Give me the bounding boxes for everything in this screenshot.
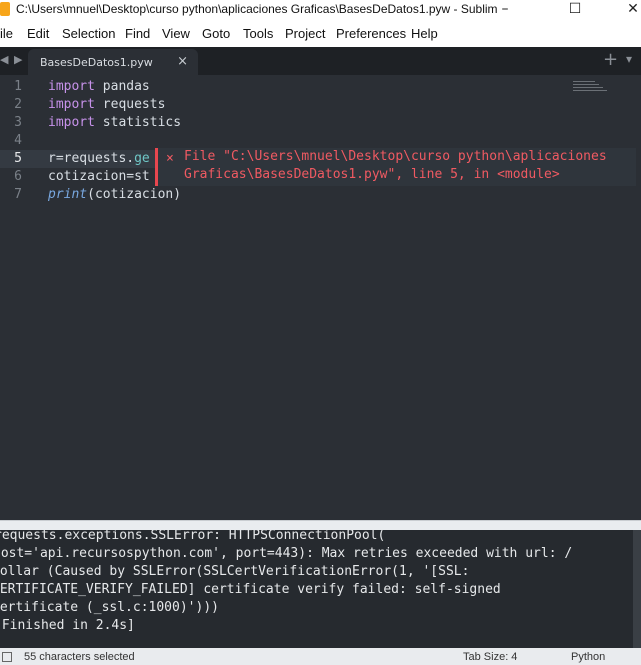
tab-bar: ◀ ▶ BasesDeDatos1.pyw × + ▾: [0, 47, 641, 75]
code-text: statistics: [94, 115, 182, 130]
menu-project[interactable]: Project: [285, 26, 325, 41]
menu-find[interactable]: Find: [125, 26, 150, 41]
line-number-active: 5: [14, 151, 22, 166]
minimize-button[interactable]: –: [482, 0, 528, 20]
code-text: requests: [94, 97, 166, 112]
code-text: pandas: [94, 79, 150, 94]
tab-nav-arrows-icon[interactable]: ◀ ▶: [0, 53, 23, 66]
code-line-3: import statistics: [48, 115, 181, 130]
output-line: requests.exceptions.SSLError: HTTPSConne…: [0, 530, 386, 543]
builtin-function: print: [48, 187, 88, 202]
tab-overflow-chevron-icon[interactable]: ▾: [626, 52, 632, 66]
tab-label: BasesDeDatos1.pyw: [40, 56, 153, 69]
menu-tools[interactable]: Tools: [243, 26, 273, 41]
keyword: import: [48, 115, 95, 130]
sublime-logo-icon: [0, 2, 10, 16]
keyword: import: [48, 97, 95, 112]
output-line: certificate (_ssl.c:1000)'))): [0, 600, 219, 615]
menu-edit[interactable]: Edit: [27, 26, 49, 41]
code-line-7: print(cotizacion): [48, 187, 181, 202]
code-line-5: r=requests.ge: [48, 151, 150, 166]
code-text: r=requests.: [48, 151, 135, 166]
menu-file[interactable]: ile: [0, 26, 13, 41]
output-line: host='api.recursospython.com', port=443)…: [0, 546, 573, 561]
code-line-1: import pandas: [48, 79, 150, 94]
code-call: ge: [134, 151, 150, 166]
build-output-panel: requests.exceptions.SSLError: HTTPSConne…: [0, 530, 641, 648]
syntax-status[interactable]: Python: [571, 651, 605, 663]
code-editor[interactable]: 1 2 3 4 5 6 7 import pandas import reque…: [0, 75, 641, 520]
title-bar: C:\Users\mnuel\Desktop\curso python\apli…: [0, 0, 641, 20]
line-number: 1: [14, 79, 22, 94]
output-line: [Finished in 2.4s]: [0, 618, 135, 633]
tab-size-status[interactable]: Tab Size: 4: [463, 651, 517, 663]
error-annotation: × File "C:\Users\mnuel\Desktop\curso pyt…: [155, 148, 636, 186]
line-number: 6: [14, 169, 22, 184]
code-line-2: import requests: [48, 97, 165, 112]
error-dismiss-icon[interactable]: ×: [166, 151, 174, 166]
code-line-6: cotizacion=st: [48, 169, 150, 184]
line-number: 7: [14, 187, 22, 202]
menu-selection[interactable]: Selection: [62, 26, 115, 41]
menu-help[interactable]: Help: [411, 26, 438, 41]
selection-status: 55 characters selected: [24, 651, 135, 663]
line-number: 3: [14, 115, 22, 130]
status-bar: 55 characters selected Tab Size: 4 Pytho…: [0, 648, 641, 665]
menu-preferences[interactable]: Preferences: [336, 26, 406, 41]
menu-bar: ile Edit Selection Find View Goto Tools …: [0, 20, 641, 47]
close-window-button[interactable]: ✕: [618, 0, 641, 20]
code-text: (cotizacion): [87, 187, 182, 202]
new-tab-icon[interactable]: +: [603, 49, 618, 70]
keyword: import: [48, 79, 95, 94]
minimap[interactable]: [573, 81, 613, 97]
tab-close-icon[interactable]: ×: [177, 54, 188, 69]
window-title: C:\Users\mnuel\Desktop\curso python\apli…: [16, 2, 498, 16]
output-scrollbar[interactable]: [633, 530, 641, 648]
menu-goto[interactable]: Goto: [202, 26, 230, 41]
line-number: 2: [14, 97, 22, 112]
menu-view[interactable]: View: [162, 26, 190, 41]
output-line: dollar (Caused by SSLError(SSLCertVerifi…: [0, 564, 470, 579]
error-text-line-2: Graficas\BasesDeDatos1.pyw", line 5, in …: [184, 167, 560, 182]
error-text-line-1: File "C:\Users\mnuel\Desktop\curso pytho…: [184, 149, 607, 164]
tab-basesdedatos1[interactable]: BasesDeDatos1.pyw ×: [28, 49, 198, 75]
maximize-button[interactable]: ☐: [552, 0, 598, 20]
panel-toggle-icon[interactable]: [2, 652, 12, 662]
code-text: cotizacion=st: [48, 169, 150, 184]
output-line: CERTIFICATE_VERIFY_FAILED] certificate v…: [0, 582, 501, 597]
line-number: 4: [14, 133, 22, 148]
